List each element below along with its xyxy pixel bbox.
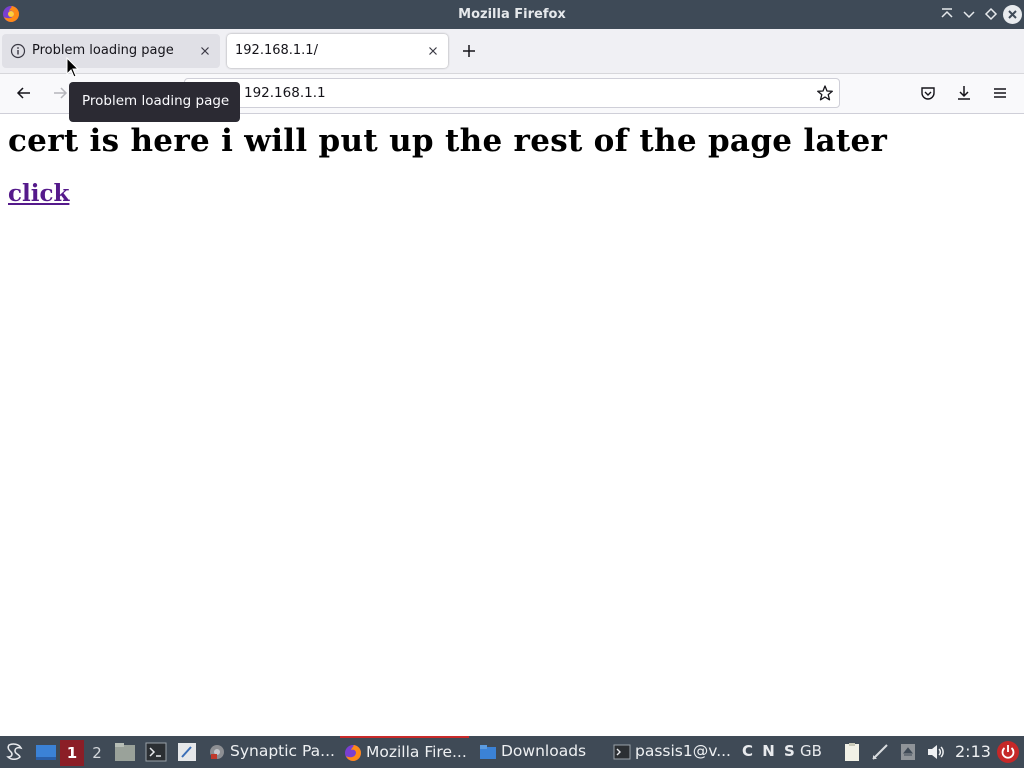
page-content: cert is here i will put up the rest of t…: [0, 114, 1024, 736]
keyboard-layout-indicator[interactable]: GB: [800, 742, 822, 760]
window-title: Mozilla Firefox: [458, 7, 566, 22]
task-label: Mozilla Fire...: [366, 743, 467, 761]
clipboard-icon[interactable]: [842, 742, 862, 762]
hamburger-menu-icon[interactable]: [991, 84, 1009, 102]
text-editor-launcher-icon[interactable]: [176, 742, 198, 762]
power-button[interactable]: [997, 741, 1019, 763]
task-downloads[interactable]: Downloads: [479, 736, 586, 768]
minimize-icon[interactable]: [961, 6, 977, 22]
info-icon: [10, 43, 26, 59]
close-tab-icon[interactable]: [426, 44, 440, 58]
tab-tooltip: Problem loading page: [69, 82, 240, 122]
keep-above-icon[interactable]: [939, 6, 955, 22]
task-terminal[interactable]: passis1@v...: [613, 736, 731, 768]
eject-icon[interactable]: [898, 742, 918, 762]
click-link[interactable]: click: [8, 180, 69, 207]
file-manager-launcher-icon[interactable]: [114, 742, 136, 762]
pocket-icon[interactable]: [919, 84, 937, 102]
start-menu-icon[interactable]: [4, 741, 26, 763]
forward-icon[interactable]: [51, 84, 69, 102]
tab-label: Problem loading page: [32, 43, 174, 58]
show-desktop-icon[interactable]: [35, 743, 57, 762]
mouse-cursor-icon: [66, 57, 80, 78]
taskbar: 1 2 Synaptic Pa... Mozilla Fire... Downl…: [0, 736, 1024, 768]
back-icon[interactable]: [15, 84, 33, 102]
window-titlebar: Mozilla Firefox: [0, 0, 1024, 29]
new-tab-icon[interactable]: [460, 42, 478, 60]
folder-icon: [480, 744, 496, 759]
downloads-icon[interactable]: [955, 84, 973, 102]
terminal-icon: [613, 744, 631, 759]
url-bar[interactable]: 192.168.1.1: [184, 78, 840, 108]
workspace-2[interactable]: 2: [86, 740, 108, 766]
bookmark-star-icon[interactable]: [816, 84, 834, 102]
tab-router[interactable]: 192.168.1.1/: [227, 34, 448, 68]
task-firefox[interactable]: Mozilla Fire...: [340, 736, 469, 768]
clock[interactable]: 2:13: [955, 742, 991, 761]
tab-strip: Problem loading page 192.168.1.1/: [0, 29, 1024, 74]
keyboard-lock-indicators: C N S: [742, 742, 797, 760]
close-icon: [1008, 10, 1017, 19]
package-manager-icon: [210, 744, 224, 759]
task-synaptic[interactable]: Synaptic Pa...: [208, 736, 335, 768]
task-label: Downloads: [501, 742, 587, 760]
task-label: Synaptic Pa...: [230, 742, 335, 760]
firefox-icon: [345, 744, 361, 761]
volume-icon[interactable]: [926, 742, 946, 762]
close-window-button[interactable]: [1003, 5, 1022, 24]
page-heading: cert is here i will put up the rest of t…: [8, 123, 888, 159]
tab-problem-loading-page[interactable]: Problem loading page: [2, 34, 220, 68]
task-label: passis1@v...: [635, 742, 731, 760]
workspace-1[interactable]: 1: [60, 740, 84, 766]
power-icon: [1001, 745, 1015, 759]
terminal-launcher-icon[interactable]: [145, 742, 167, 762]
maximize-icon[interactable]: [983, 6, 999, 22]
tab-label: 192.168.1.1/: [235, 43, 318, 58]
network-icon[interactable]: [870, 742, 890, 762]
close-tab-icon[interactable]: [198, 44, 212, 58]
url-text: 192.168.1.1: [244, 85, 326, 101]
